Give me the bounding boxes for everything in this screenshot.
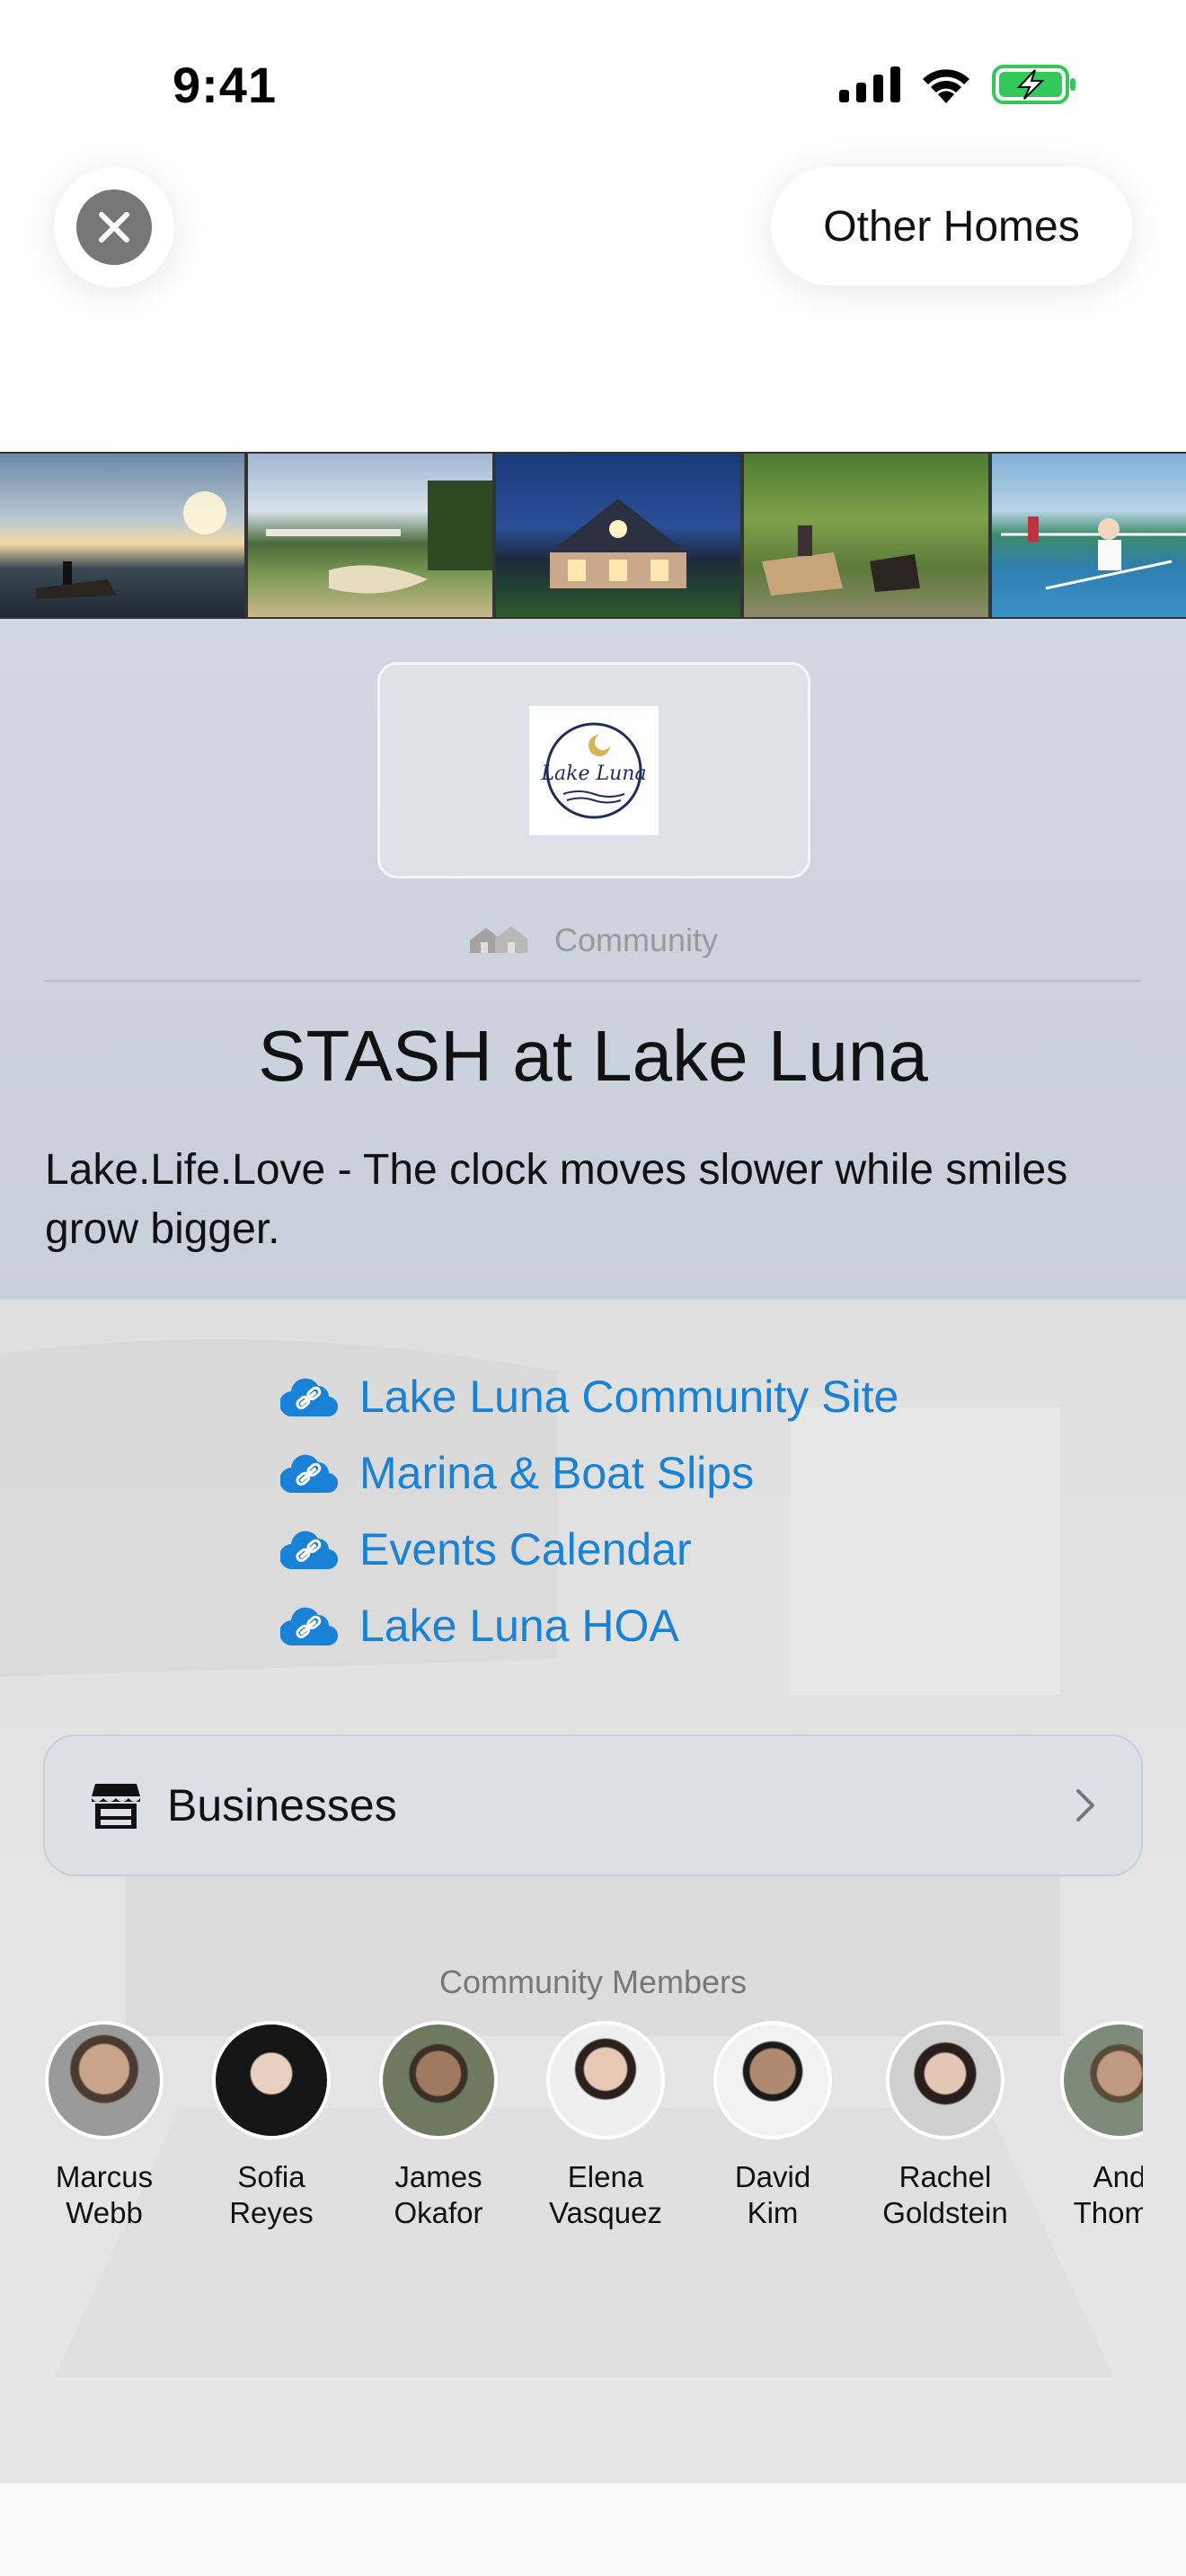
photo-horseback[interactable] [744,454,988,617]
storefront-icon [92,1784,140,1829]
community-logo-card: Lake Luna [377,662,810,878]
member-first-name: Elena [567,2160,644,2193]
member-last-name: Kim [747,2196,799,2229]
member-first-name: And [1093,2160,1143,2193]
avatar[interactable] [546,2021,665,2139]
photo-clubhouse-night[interactable] [496,454,740,617]
member-item[interactable]: Marcus Webb [14,2021,194,2231]
signal-icon [839,66,900,102]
member-first-name: Sofia [237,2160,305,2193]
businesses-label[interactable]: Businesses [167,1779,1075,1831]
member-item[interactable]: Elena Vasquez [516,2021,695,2231]
link-community-site[interactable]: Lake Luna Community Site [280,1358,898,1434]
photo-lake-boat[interactable] [0,454,244,617]
member-item[interactable]: Sofia Reyes [181,2021,361,2231]
close-icon [76,190,152,265]
chevron-right-icon [1076,1789,1094,1822]
cloud-link-icon [280,1607,338,1645]
avatar[interactable] [212,2021,331,2139]
member-last-name: Vasquez [549,2196,662,2229]
community-category: Community [0,922,1186,959]
member-item[interactable]: David Kim [683,2021,863,2231]
link-marina[interactable]: Marina & Boat Slips [280,1434,898,1511]
link-label[interactable]: Events Calendar [359,1523,692,1575]
avatar[interactable] [886,2021,1005,2139]
member-item[interactable]: AndThomp [1030,2021,1143,2231]
member-last-name: Goldstein [882,2196,1008,2229]
avatar[interactable] [1060,2021,1143,2139]
cloud-link-icon [280,1378,338,1416]
member-last-name: Thomp [1073,2196,1143,2229]
avatar[interactable] [379,2021,498,2139]
member-item[interactable]: James Okafor [349,2021,528,2231]
bottom-area [0,2483,1186,2576]
link-label[interactable]: Marina & Boat Slips [359,1447,754,1499]
member-last-name: Reyes [229,2196,314,2229]
member-first-name: David [734,2160,811,2193]
photo-pickleball[interactable] [992,454,1186,617]
link-events-calendar[interactable]: Events Calendar [280,1511,898,1587]
businesses-row[interactable]: Businesses [43,1734,1143,1876]
other-homes-button[interactable]: Other Homes [771,167,1132,286]
divider [45,980,1141,982]
link-hoa[interactable]: Lake Luna HOA [280,1587,898,1663]
cloud-link-icon [280,1454,338,1493]
community-links: Lake Luna Community Site Marina & Boat S… [280,1358,898,1663]
community-title: STASH at Lake Luna [258,1016,928,1096]
wifi-icon [923,69,969,103]
battery-charging-icon [992,65,1075,104]
svg-text:Lake Luna: Lake Luna [540,763,646,785]
photo-golf-dock[interactable] [248,454,492,617]
member-last-name: Webb [66,2196,143,2229]
member-last-name: Okafor [394,2196,483,2229]
member-item[interactable]: Rachel Goldstein [855,2021,1035,2231]
member-first-name: Rachel [898,2160,992,2193]
homes-icon [469,926,527,953]
community-members-title: Community Members [438,1963,748,2000]
community-members-list[interactable]: Marcus Webb Sofia Reyes James Okafor Elena V… [0,2021,1143,2254]
avatar[interactable] [45,2021,164,2139]
category-label: Community [553,922,719,958]
member-first-name: James [394,2160,482,2193]
status-bar: 9:41 [0,0,1186,171]
link-label[interactable]: Lake Luna HOA [359,1600,679,1652]
lake-luna-logo: Lake Luna [529,705,659,835]
photo-strip[interactable] [0,452,1186,619]
status-icons [839,65,1076,104]
member-first-name: Marcus [55,2160,154,2193]
avatar[interactable] [713,2021,832,2139]
link-label[interactable]: Lake Luna Community Site [359,1371,898,1423]
community-description: Lake.Life.Love - The clock moves slower … [45,1146,1068,1253]
status-time: 9:41 [173,57,278,113]
cloud-link-icon [280,1531,338,1569]
close-button[interactable] [54,167,174,287]
